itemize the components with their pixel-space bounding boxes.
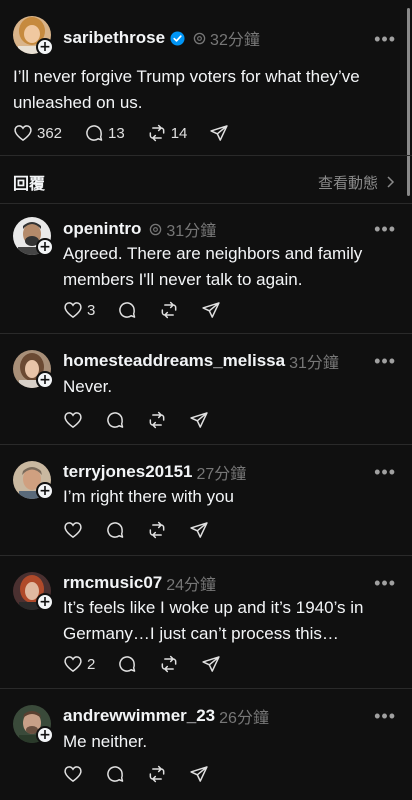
comment-count: 13 — [108, 124, 125, 142]
more-options-icon[interactable]: ••• — [374, 30, 396, 48]
username[interactable]: rmcmusic07 — [63, 573, 162, 593]
reply-text: Agreed. There are neighbors and family m… — [63, 244, 363, 289]
repost-count: 14 — [170, 124, 188, 142]
timestamp: 32分鐘 — [210, 32, 260, 49]
more-options-icon[interactable]: ••• — [374, 352, 396, 370]
chevron-right-icon — [387, 176, 395, 188]
reply-text: Me neither. — [63, 732, 148, 751]
timestamp: 31分鐘 — [166, 223, 217, 240]
reply-text: It’s feels like I woke up and it’s 1940’… — [63, 598, 364, 643]
timestamp: 24分鐘 — [166, 577, 217, 594]
repost-button[interactable] — [159, 654, 179, 674]
send-icon — [202, 302, 221, 318]
heart-icon — [64, 656, 82, 673]
timestamp: 27分鐘 — [196, 466, 247, 483]
comment-icon — [107, 766, 124, 782]
share-button[interactable] — [189, 764, 209, 784]
follow-plus-icon[interactable]: + — [36, 593, 54, 611]
send-icon — [190, 766, 208, 782]
like-button[interactable] — [63, 520, 83, 540]
heart-icon — [14, 125, 32, 142]
send-icon — [202, 656, 221, 672]
like-count: 2 — [87, 655, 96, 673]
comment-button[interactable] — [105, 764, 125, 784]
share-button[interactable] — [189, 410, 209, 430]
more-options-icon[interactable]: ••• — [374, 220, 396, 238]
repost-icon — [149, 124, 165, 142]
repost-button[interactable] — [147, 410, 167, 430]
comment-icon — [107, 522, 124, 538]
heart-icon — [64, 522, 82, 539]
heart-icon — [64, 412, 82, 429]
timestamp: 26分鐘 — [219, 710, 269, 727]
heart-icon — [64, 766, 82, 783]
comment-button[interactable]: 13 — [84, 123, 125, 143]
comment-button[interactable] — [117, 654, 137, 674]
share-button[interactable] — [209, 123, 229, 143]
send-icon — [190, 412, 208, 428]
divider — [0, 203, 412, 204]
follow-plus-icon[interactable]: + — [36, 38, 54, 56]
comment-icon — [119, 656, 136, 672]
follow-plus-icon[interactable]: + — [36, 238, 54, 256]
divider — [0, 444, 412, 445]
repost-icon — [149, 521, 165, 539]
repost-icon — [149, 411, 165, 429]
more-options-icon[interactable]: ••• — [374, 463, 396, 481]
comment-icon — [119, 302, 136, 318]
repost-button[interactable] — [159, 300, 179, 320]
send-icon — [190, 522, 208, 538]
post-text: I’ll never forgive Trump voters for what… — [13, 67, 360, 112]
view-activity-link[interactable]: 查看動態 — [318, 172, 396, 193]
repost-icon — [161, 301, 177, 319]
follow-plus-icon[interactable]: + — [36, 371, 54, 389]
like-button[interactable] — [63, 410, 83, 430]
comment-button[interactable] — [117, 300, 137, 320]
repost-button[interactable] — [147, 520, 167, 540]
username[interactable]: saribethrose — [63, 28, 165, 48]
repost-button[interactable]: 14 — [147, 123, 188, 143]
timestamp: 31分鐘 — [289, 355, 339, 372]
comment-icon — [86, 125, 103, 141]
send-icon — [210, 125, 229, 141]
repost-button[interactable] — [147, 764, 167, 784]
repost-icon — [161, 655, 177, 673]
divider — [0, 155, 412, 156]
threads-meta-icon — [193, 32, 206, 44]
share-button[interactable] — [201, 654, 221, 674]
username[interactable]: andrewwimmer_23 — [63, 706, 215, 726]
repost-icon — [149, 765, 165, 783]
replies-label: 回覆 — [13, 176, 46, 193]
divider — [0, 688, 412, 689]
like-count: 362 — [37, 124, 63, 142]
threads-meta-icon — [150, 223, 162, 235]
reply-text: I’m right there with you — [63, 487, 235, 506]
heart-icon — [64, 302, 82, 319]
verified-badge-icon — [170, 30, 185, 46]
more-options-icon[interactable]: ••• — [374, 574, 396, 592]
comment-button[interactable] — [105, 520, 125, 540]
username[interactable]: homesteaddreams_melissa — [63, 351, 285, 371]
scrollbar[interactable] — [407, 8, 410, 196]
username[interactable]: terryjones20151 — [63, 462, 192, 482]
share-button[interactable] — [189, 520, 209, 540]
username[interactable]: openintro — [63, 219, 141, 239]
follow-plus-icon[interactable]: + — [36, 726, 54, 744]
more-options-icon[interactable]: ••• — [374, 707, 396, 725]
like-button[interactable]: 2 — [63, 654, 95, 674]
divider — [0, 333, 412, 334]
comment-button[interactable] — [105, 410, 125, 430]
reply-bar: 回覆 查看動態 — [13, 170, 396, 194]
share-button[interactable] — [201, 300, 221, 320]
divider — [0, 555, 412, 556]
view-activity-label: 查看動態 — [317, 174, 378, 192]
reply-text: Never. — [63, 377, 113, 396]
follow-plus-icon[interactable]: + — [36, 482, 54, 500]
like-count: 3 — [87, 301, 96, 319]
like-button[interactable]: 362 — [13, 123, 62, 143]
comment-icon — [107, 412, 124, 428]
like-button[interactable] — [63, 764, 83, 784]
like-button[interactable]: 3 — [63, 300, 95, 320]
